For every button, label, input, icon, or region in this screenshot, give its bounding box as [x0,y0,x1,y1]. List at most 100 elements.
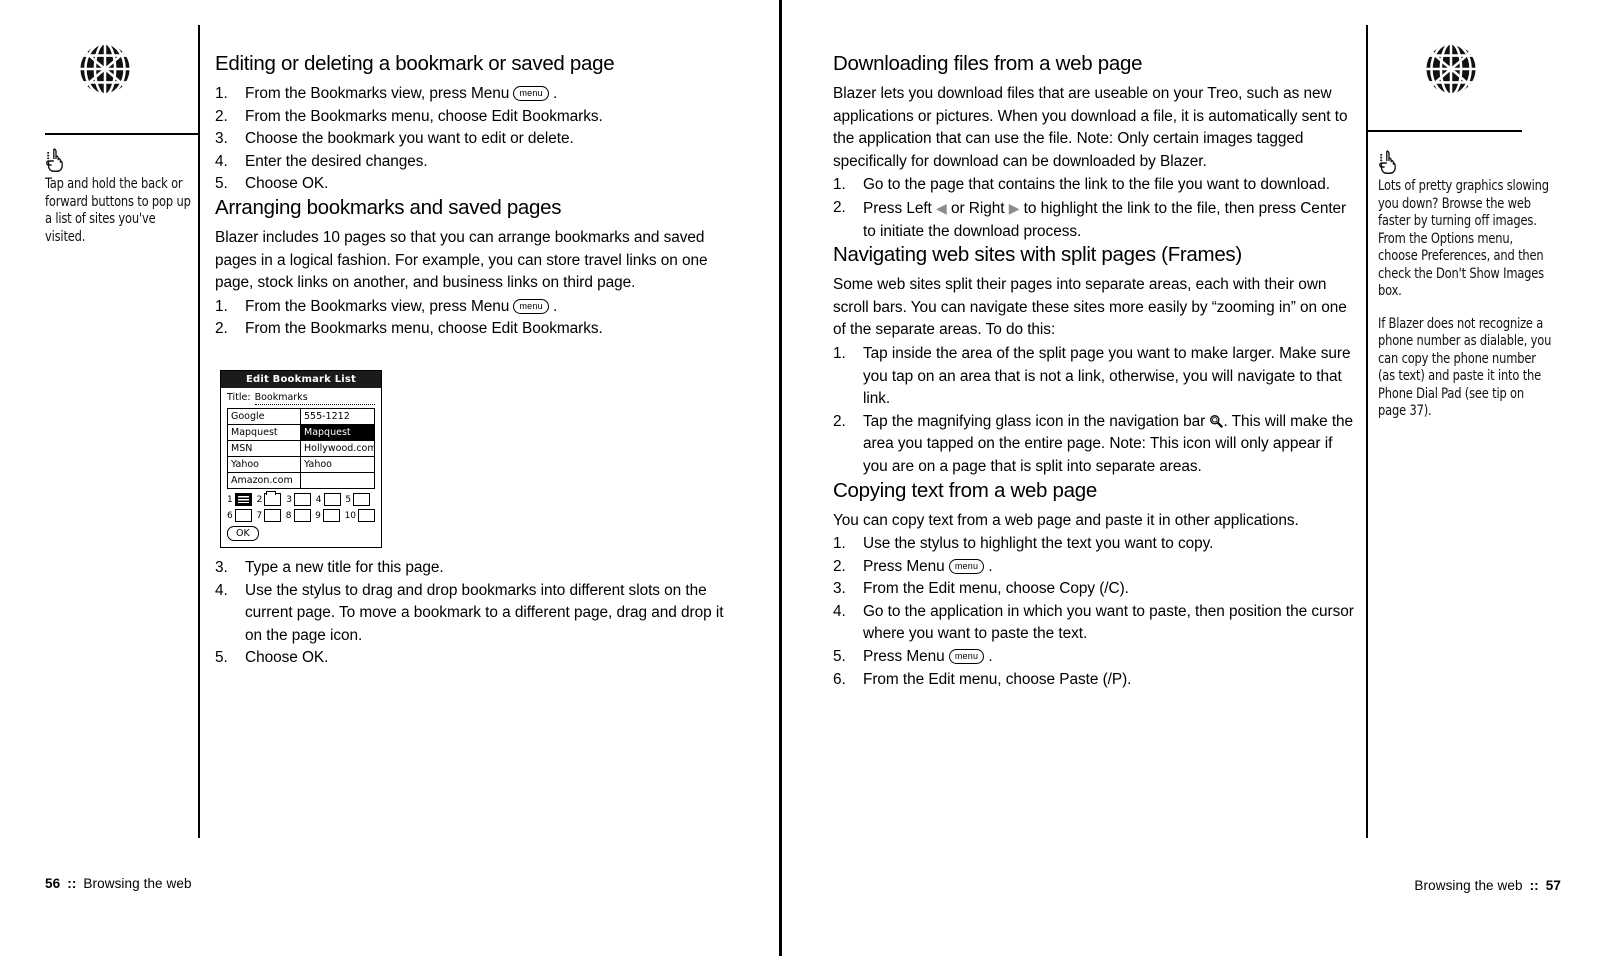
title-field-input[interactable]: Bookmarks [254,392,375,405]
step-text-tail: . [548,85,558,102]
right-page: Lots of pretty graphics slowing you down… [782,0,1613,956]
page-icon[interactable] [264,509,282,522]
step-text: Use the stylus to drag and drop bookmark… [245,581,724,644]
steps-downloading-files: 1. Go to the page that contains the link… [833,174,1358,243]
bookmark-cell[interactable] [301,473,374,488]
bookmark-cell[interactable]: Hollywood.com [301,441,374,456]
page-icon[interactable] [264,491,282,506]
right-page-margin-rule [1366,25,1368,838]
footer-chapter: Browsing the web [1414,878,1523,893]
page-icon[interactable] [293,509,311,522]
list-item: 3. From the Edit menu, choose Copy (/C). [833,578,1358,601]
menu-key-icon: menu [513,86,549,101]
bookmark-cell[interactable]: Amazon.com [228,473,301,488]
page-slot-2[interactable]: 2 [256,491,287,506]
left-page-tip-divider [45,133,199,135]
page-slot-6[interactable]: 6 [227,509,256,522]
steps-copying-text: 1. Use the stylus to highlight the text … [833,533,1358,691]
bookmark-cell[interactable]: Yahoo [301,457,374,472]
list-item: 1. Go to the page that contains the link… [833,174,1358,197]
page-slot-number: 2 [256,494,263,505]
list-item: 4. Go to the application in which you wa… [833,601,1358,646]
magnifying-glass-icon [1209,414,1224,428]
menu-key-icon: menu [948,558,985,574]
page-icon[interactable] [323,493,341,506]
page-slot-1[interactable]: 1 [227,493,257,506]
page-slot-5[interactable]: 5 [345,493,375,506]
ok-button[interactable]: OK [227,526,259,541]
section-heading-copying-text: Copying text from a web page [833,478,1097,502]
table-row: Mapquest Mapquest [228,425,374,441]
step-number: 2. [215,107,228,125]
step-text: Press Left [863,199,937,217]
page-icon-current[interactable] [234,493,252,506]
list-item: 2. From the Bookmarks menu, choose Edit … [215,318,725,341]
page-slot-number: 5 [345,494,352,505]
page-slot-4[interactable]: 4 [316,493,346,506]
list-item: 5. Choose OK. [215,647,730,670]
list-item: 6. From the Edit menu, choose Paste (/P)… [833,669,1358,692]
footer-chapter: Browsing the web [83,876,192,891]
table-row: MSN Hollywood.com [228,441,374,457]
step-text: Choose OK. [245,175,329,193]
page-number: 56 [45,876,61,891]
left-page: Tap and hold the back or forward buttons… [0,0,779,956]
bookmark-cell[interactable]: Yahoo [228,457,301,472]
step-text: . [984,648,993,666]
bookmark-cell[interactable]: Google [228,409,301,424]
page-slot-number: 6 [227,510,233,521]
list-item: 2. Tap the magnifying glass icon in the n… [833,411,1358,479]
bookmark-cell[interactable]: MSN [228,441,301,456]
left-page-body-after-figure: 3. Type a new title for this page. 4. Us… [215,557,730,670]
bookmark-cell[interactable]: 555-1212 [301,409,374,424]
globe-icon [77,41,133,97]
list-item: 2. From the Bookmarks menu, choose Edit … [215,106,725,129]
table-row: Google 555-1212 [228,409,374,425]
page-icon[interactable] [322,509,340,522]
step-number: 2. [833,198,846,216]
list-item: 4. Use the stylus to drag and drop bookm… [215,580,730,648]
page-icon[interactable] [234,509,252,522]
page-slot-selector: 1 2 3 4 5 6 7 8 9 10 OK [227,491,376,541]
step-text: Press Menu [863,648,949,666]
page-slot-8[interactable]: 8 [286,509,315,522]
step-text: From the Bookmarks menu, choose Edit Boo… [245,107,603,125]
page-slot-number: 1 [227,494,233,505]
bookmark-cell-selected[interactable]: Mapquest [301,425,374,440]
step-number: 3. [215,130,228,148]
step-text: Type a new title for this page. [245,559,444,576]
page-slot-10[interactable]: 10 [345,509,376,522]
step-text: Use the stylus to highlight the text you… [863,535,1214,553]
page-slot-9[interactable]: 9 [315,509,344,522]
section-heading-navigating-frames: Navigating web sites with split pages (F… [833,243,1242,267]
step-text: Go to the page that contains the link to… [863,176,1331,194]
page-icon[interactable] [353,493,371,506]
page-icon[interactable] [358,509,376,522]
page-icon[interactable] [293,493,311,506]
page-slot-7[interactable]: 7 [256,509,285,522]
page-slot-3[interactable]: 3 [286,493,316,506]
step-text: Tap inside the area of the split page yo… [863,344,1351,408]
step-number: 2. [833,412,846,430]
list-item: 1. Tap inside the area of the split page… [833,343,1358,411]
section-intro-downloading-files: Blazer lets you download files that are … [833,85,1348,170]
right-margin-tips: Lots of pretty graphics slowing you down… [1378,148,1554,421]
step-number: 1. [833,535,846,553]
bookmark-cell[interactable]: Mapquest [228,425,301,440]
step-number: 1. [215,297,228,315]
step-number: 4. [833,602,846,620]
menu-key-icon: menu [513,298,549,314]
left-triangle-icon: ◀ [936,199,947,216]
steps-arranging-bookmarks: 1. From the Bookmarks view, press Menu m… [215,296,725,341]
step-text: Tap the magnifying glass icon in the nav… [863,412,1210,430]
list-item: 5. Choose OK. [215,173,725,196]
step-text: From the Bookmarks view, press Menu [245,297,514,315]
globe-icon [1423,41,1479,97]
section-heading-arranging-bookmarks: Arranging bookmarks and saved pages [215,195,562,219]
list-item: 1. From the Bookmarks view, press Menu m… [215,83,725,106]
step-text: Choose OK. [245,649,329,667]
page-slot-number: 9 [315,510,321,521]
step-text: Choose the bookmark you want to edit or … [245,130,574,148]
step-number: 4. [215,581,228,599]
menu-key-icon: menu [948,649,985,665]
